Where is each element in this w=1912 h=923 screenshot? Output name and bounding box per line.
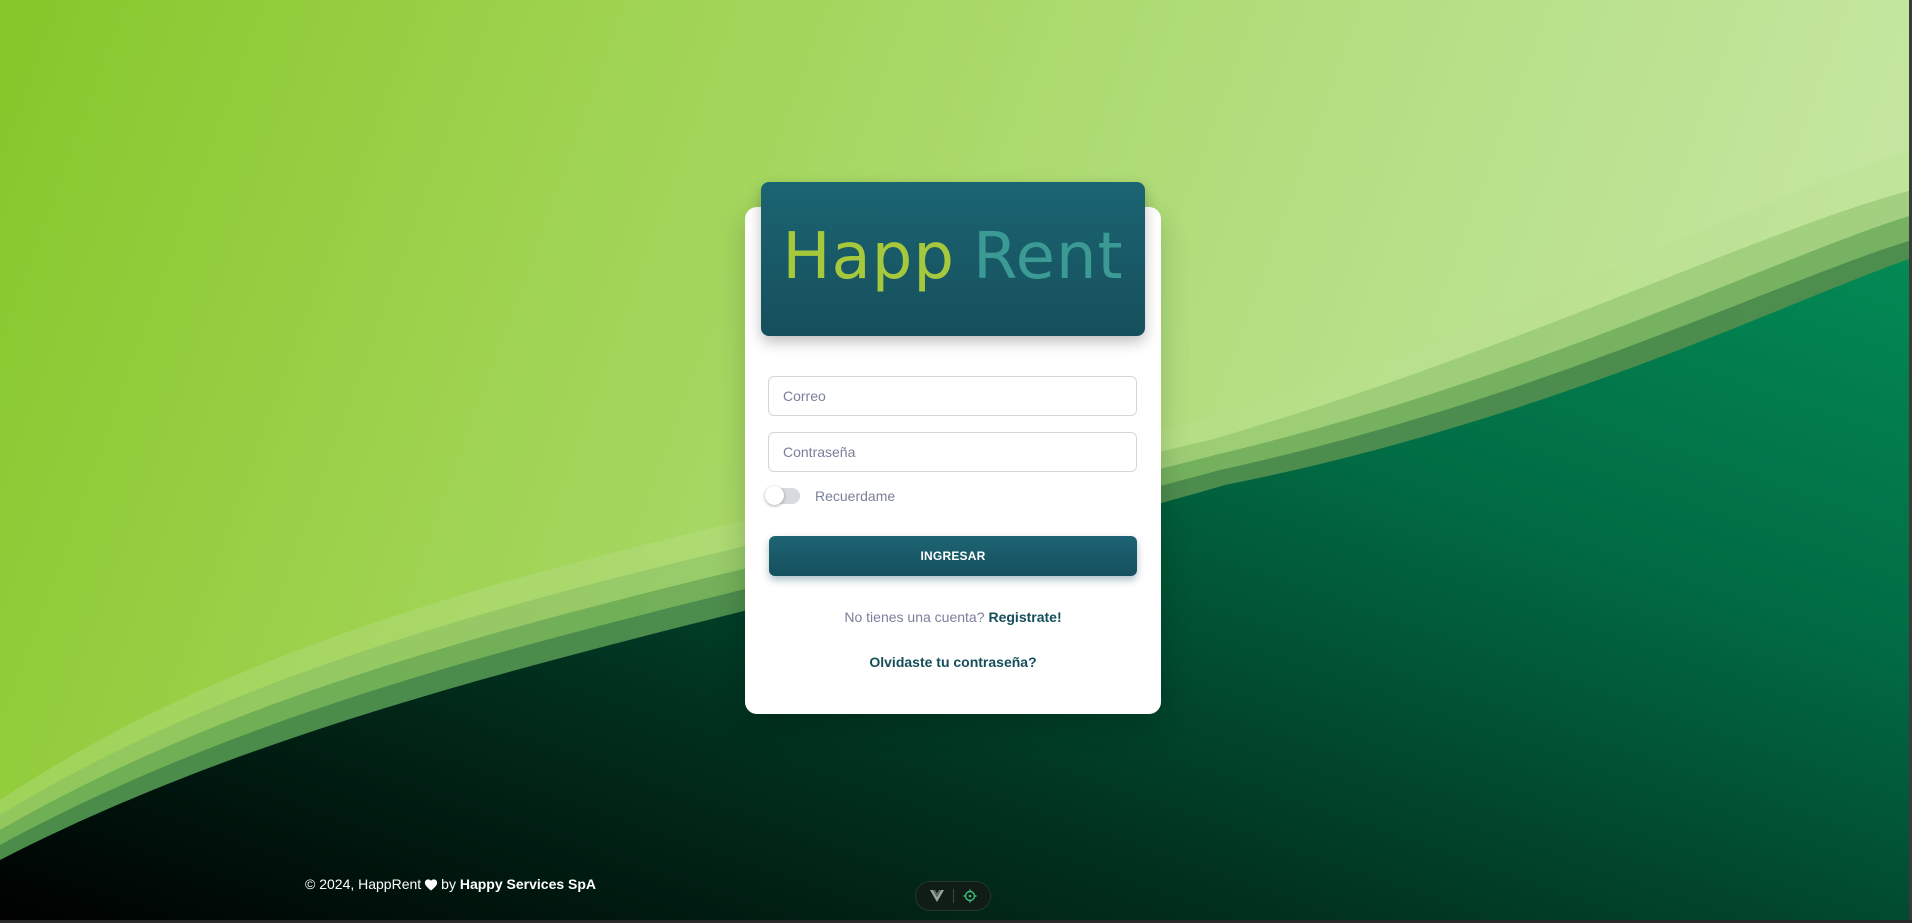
footer: © 2024, HappRent by Happy Services SpA (305, 876, 596, 892)
email-field[interactable] (768, 376, 1137, 416)
password-field[interactable] (768, 432, 1137, 472)
devtools-toolbar (915, 881, 991, 911)
toggle-knob (765, 486, 784, 505)
logo-rent-text: Rent (972, 220, 1124, 294)
inspector-target-icon (963, 889, 976, 903)
heart-icon (425, 878, 438, 891)
forgot-password-link[interactable]: Olvidaste tu contraseña? (869, 654, 1036, 670)
vue-logo-icon (929, 890, 944, 902)
login-page: Happ Rent Recuerdame INGRESAR No tienes … (0, 0, 1912, 923)
login-button[interactable]: INGRESAR (769, 536, 1137, 576)
signup-prompt-text: No tienes una cuenta? (844, 609, 985, 625)
footer-copyright: © 2024, HappRent (305, 876, 422, 892)
inspector-button[interactable] (957, 885, 983, 907)
happrent-logo: Happ Rent (782, 225, 1123, 289)
remember-me-toggle[interactable] (765, 486, 800, 505)
card-header: Happ Rent (761, 182, 1145, 336)
login-card: Happ Rent Recuerdame INGRESAR No tienes … (745, 182, 1161, 714)
signup-prompt: No tienes una cuenta? Registrate! (745, 609, 1161, 625)
vue-devtools-button[interactable] (924, 885, 950, 907)
forgot-password-row: Olvidaste tu contraseña? (745, 654, 1161, 670)
toolbar-separator (952, 889, 954, 903)
remember-me-label: Recuerdame (815, 488, 896, 504)
footer-by: by (441, 876, 456, 892)
footer-company-link[interactable]: Happy Services SpA (460, 876, 596, 892)
signup-link[interactable]: Registrate! (988, 609, 1061, 625)
remember-me-row: Recuerdame (765, 486, 896, 505)
logo-happ-text: Happ (782, 220, 955, 294)
